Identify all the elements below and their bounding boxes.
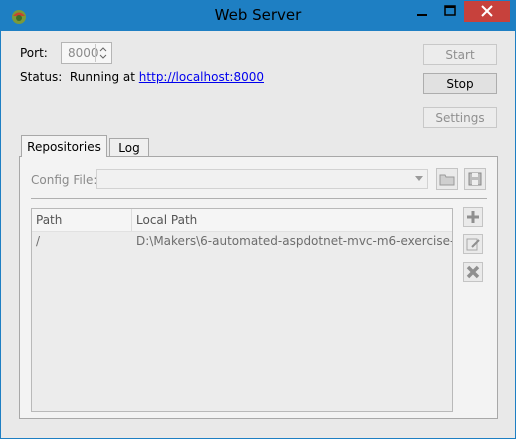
start-button[interactable]: Start — [423, 44, 497, 65]
save-icon — [468, 172, 482, 186]
close-window-button[interactable] — [464, 1, 510, 22]
table-row[interactable]: / D:\Makers\6-automated-aspdotnet-mvc-m6… — [32, 231, 452, 251]
browse-folder-button[interactable] — [436, 168, 458, 190]
add-repository-button[interactable] — [463, 207, 483, 227]
column-header-path[interactable]: Path — [36, 213, 62, 227]
maximize-button[interactable] — [436, 1, 464, 22]
minimize-button[interactable] — [408, 1, 436, 22]
port-label: Port: — [20, 46, 48, 60]
stop-button[interactable]: Stop — [423, 73, 497, 94]
maximize-icon — [444, 5, 456, 16]
spinner-arrows-icon — [99, 47, 107, 59]
port-value: 8000 — [68, 46, 99, 60]
settings-button[interactable]: Settings — [423, 107, 497, 128]
delete-repository-button[interactable] — [463, 262, 483, 282]
tab-log[interactable]: Log — [109, 138, 149, 156]
cell-path: / — [36, 234, 41, 248]
column-header-local-path[interactable]: Local Path — [136, 213, 197, 227]
minimize-icon — [417, 14, 427, 16]
title-bar[interactable]: Web Server — [1, 1, 515, 31]
repositories-panel: Config File: Path Local Path / D:\Makers… — [19, 156, 498, 419]
column-separator — [131, 209, 132, 231]
status-line: Status: Running at http://localhost:8000 — [20, 70, 264, 84]
folder-icon — [439, 174, 455, 186]
port-stepper[interactable]: 8000 — [61, 42, 112, 64]
close-icon — [481, 5, 493, 17]
cell-local-path: D:\Makers\6-automated-aspdotnet-mvc-m6-e… — [136, 234, 452, 248]
server-url-link[interactable]: http://localhost:8000 — [139, 70, 264, 84]
table-header: Path Local Path — [32, 209, 452, 232]
plus-icon — [467, 211, 479, 223]
status-label: Status: — [20, 70, 63, 84]
config-file-label: Config File: — [31, 173, 98, 187]
port-spinner[interactable] — [95, 44, 110, 62]
repositories-table[interactable]: Path Local Path / D:\Makers\6-automated-… — [31, 208, 453, 412]
tab-repositories[interactable]: Repositories — [21, 135, 107, 157]
status-text: Running at — [69, 70, 135, 84]
edit-repository-button[interactable] — [463, 234, 483, 254]
divider — [31, 198, 487, 199]
chevron-down-icon — [415, 176, 423, 181]
web-server-window: Web Server Port: 8000 Status: Running at… — [0, 0, 516, 439]
config-file-select[interactable] — [96, 169, 428, 189]
edit-icon — [466, 238, 480, 251]
save-config-button[interactable] — [464, 168, 486, 190]
delete-icon — [466, 265, 480, 279]
